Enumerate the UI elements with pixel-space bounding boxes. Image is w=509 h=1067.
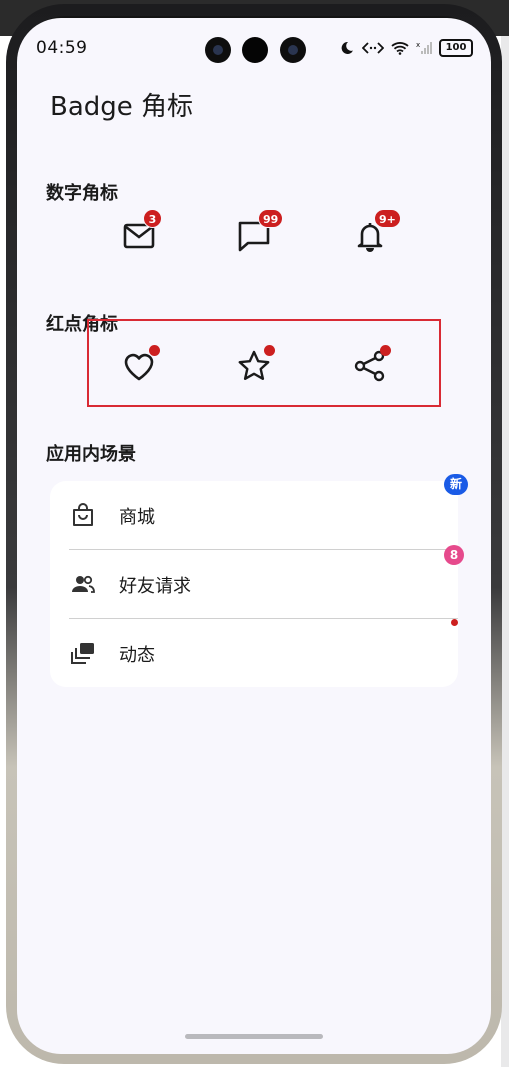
count-badge-pink: 8 <box>444 545 464 565</box>
camera-center <box>242 37 268 63</box>
section-title-scenes: 应用内场景 <box>46 444 136 465</box>
signal-icon: x <box>416 41 432 54</box>
wifi-icon <box>391 42 409 55</box>
red-dot-badge <box>149 345 160 356</box>
count-badge: 3 <box>143 209 162 228</box>
new-badge: 新 <box>444 474 468 495</box>
heart-badge-item[interactable] <box>116 343 162 389</box>
feed-icon <box>71 643 94 664</box>
mail-badge-item[interactable]: 3 <box>116 209 162 259</box>
red-dot-badge <box>380 345 391 356</box>
list-item-label: 动态 <box>119 645 155 666</box>
phone-screen: 04:59 x 100 Badge 角标 数字角标 3 99 9+ 红点角标 应… <box>17 18 491 1054</box>
friends-icon <box>72 575 95 593</box>
list-item-label: 好友请求 <box>119 576 191 597</box>
status-time: 04:59 <box>36 38 88 58</box>
message-badge-item[interactable]: 99 <box>231 209 284 259</box>
list-item-label: 商城 <box>119 507 155 528</box>
list-item-mall[interactable]: 商城 <box>50 481 458 549</box>
list-item-feed[interactable]: 动态 <box>50 619 458 687</box>
moon-icon <box>341 41 353 54</box>
right-backdrop <box>501 36 509 1067</box>
red-dot-badge <box>264 345 275 356</box>
scene-list-card: 商城 好友请求 动态 <box>50 481 458 687</box>
camera-right <box>280 37 306 63</box>
shopping-bag-icon <box>73 503 93 526</box>
count-badge: 9+ <box>374 209 401 228</box>
battery-icon: 100 <box>439 39 473 57</box>
status-icons: x 100 <box>339 39 473 57</box>
section-title-number-badges: 数字角标 <box>46 183 118 204</box>
red-dot-badge <box>451 619 458 626</box>
page-title: Badge 角标 <box>50 92 194 122</box>
data-arrows-icon <box>362 42 384 54</box>
bell-badge-item[interactable]: 9+ <box>347 209 401 259</box>
count-badge: 99 <box>258 209 284 228</box>
status-bar: 04:59 x 100 <box>17 18 491 78</box>
svg-text:x: x <box>416 41 420 49</box>
share-badge-item[interactable] <box>347 343 393 389</box>
camera-left <box>205 37 231 63</box>
list-item-friend-requests[interactable]: 好友请求 <box>50 550 458 618</box>
home-indicator[interactable] <box>185 1034 323 1039</box>
star-badge-item[interactable] <box>231 343 277 389</box>
